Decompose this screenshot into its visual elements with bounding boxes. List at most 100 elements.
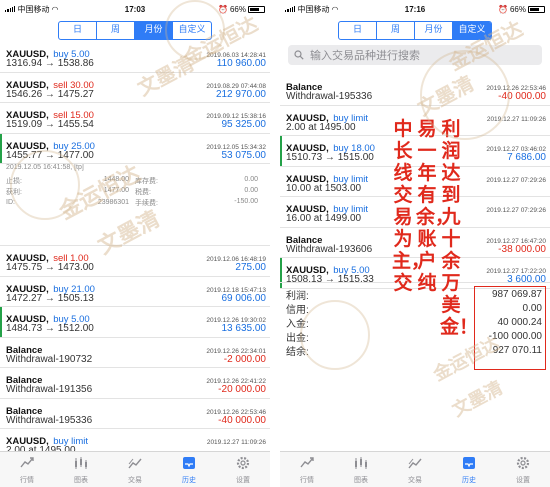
tabbar-label: 行情: [20, 476, 34, 484]
profit-value: -38 000.00: [498, 243, 546, 255]
detail-label: ID:: [6, 199, 15, 206]
summary-label: 利润:: [286, 290, 309, 302]
callout-text: 利润达到九十余万美金！: [440, 118, 479, 338]
list-item[interactable]: XAUUSD, buy 21.00 2019.12.18 15:47:13 1472…: [0, 277, 270, 307]
tabbar-label: 设置: [516, 476, 530, 484]
list-item[interactable]: XAUUSD, buy limit 2019.12.27 07:29:26 10.0…: [280, 167, 550, 197]
price-range: Withdrawal-193606: [286, 243, 373, 255]
timestamp: 2019.12.27 07:29:26: [486, 176, 546, 184]
settings-icon: [235, 455, 251, 473]
tabbar-label: 历史: [462, 476, 476, 484]
status-time: 17:16: [404, 4, 426, 14]
price-range: Withdrawal-195336: [6, 414, 93, 426]
tabbar-item[interactable]: 历史: [442, 452, 496, 487]
tab-period[interactable]: 周: [97, 21, 135, 39]
tab-period[interactable]: 日: [59, 21, 97, 39]
trade-icon: [127, 455, 143, 473]
tabbar-item[interactable]: 交易: [108, 452, 162, 487]
profit-value: 95 325.00: [221, 119, 267, 130]
list-item[interactable]: XAUUSD, buy limit 2019.12.27 11:09:26 2.00…: [0, 429, 270, 451]
profit-value: 69 006.00: [221, 292, 267, 304]
list-item[interactable]: XAUUSD, buy 25.00 2019.12.05 15:34:32 1455…: [0, 133, 270, 164]
price-range: 1510.73 → 1515.00: [286, 152, 374, 163]
list-item[interactable]: XAUUSD, buy 5.00 2019.06.03 14:28:41 1316.…: [0, 42, 270, 73]
list-item[interactable]: XAUUSD, buy limit 2019.12.27 11:09:26 2.00…: [280, 106, 550, 136]
tabbar-label: 图表: [354, 476, 368, 484]
detail-label: 获利:: [6, 188, 22, 196]
timestamp: 2019.12.27 11:09:26: [486, 115, 546, 123]
price-range: 10.00 at 1503.00: [286, 182, 362, 194]
tab-period[interactable]: 周: [377, 21, 415, 39]
trade-icon: [407, 455, 423, 473]
list-item[interactable]: Balance 2019.12.26 22:53:46 Withdrawal-195…: [0, 399, 270, 429]
profit-value: -20 000.00: [218, 384, 266, 395]
tabbar-item[interactable]: 设置: [216, 452, 270, 487]
history-list[interactable]: XAUUSD, buy 5.00 2019.06.03 14:28:41 1316.…: [0, 42, 270, 451]
tabbar-item[interactable]: 图表: [334, 452, 388, 487]
tab-period[interactable]: 月份: [415, 21, 453, 39]
chart-icon: [73, 455, 89, 473]
price-range: 1475.75 → 1473.00: [6, 262, 94, 273]
price-range: 1316.94 → 1538.86: [6, 58, 94, 69]
detail-label: 税费:: [135, 188, 151, 196]
tabbar-item[interactable]: 设置: [496, 452, 550, 487]
status-time: 17:03: [124, 4, 146, 14]
list-item[interactable]: XAUUSD, sell 1.00 2019.12.06 16:48:19 1475…: [0, 246, 270, 277]
price-range: 1472.27 → 1505.13: [6, 292, 94, 304]
list-item[interactable]: XAUUSD, sell 30.00 2019.08.29 07:44:08 154…: [0, 73, 270, 103]
list-item[interactable]: XAUUSD, buy 18.00 2019.12.27 03:46:02 1510…: [280, 136, 550, 167]
list-item[interactable]: XAUUSD, buy limit 2019.12.27 07:29:26 16.0…: [280, 197, 550, 228]
list-item[interactable]: Balance 2019.12.26 22:41:22 Withdrawal-191…: [0, 368, 270, 399]
callout-text: 中长线交易为主，交: [392, 118, 431, 294]
tabbar-label: 行情: [300, 476, 314, 484]
summary-label: 出金:: [286, 332, 309, 344]
tabbar-item[interactable]: 历史: [162, 452, 216, 487]
right-screen: 中国移动 ◠ 17:16 ⏰ 66% 日周月份 自定义 输入交易品种进行搜索 Ba…: [280, 0, 550, 487]
list-item[interactable]: Balance 2019.12.26 22:34:01 Withdrawal-190…: [0, 338, 270, 368]
tabbar-label: 交易: [408, 476, 422, 484]
tab-period[interactable]: 日: [339, 21, 377, 39]
price-range: 2.00 at 1495.00: [286, 121, 356, 133]
list-item[interactable]: Balance 2019.12.26 22:53:46 Withdrawal-195…: [280, 75, 550, 106]
price-range: 1546.26 → 1475.27: [6, 88, 94, 100]
list-item[interactable]: XAUUSD, buy 5.00 2019.12.26 19:30:02 1484.…: [0, 307, 270, 338]
profit-value: -2 000.00: [223, 353, 266, 365]
symbol-search-input[interactable]: 输入交易品种进行搜索: [288, 45, 542, 65]
price-range: 1455.77 → 1477.00: [6, 149, 94, 161]
tabbar-item[interactable]: 图表: [54, 452, 108, 487]
profit-value: -40 000.00: [498, 91, 546, 102]
tab-period[interactable]: 月份: [135, 21, 173, 39]
tabbar-item[interactable]: 行情: [280, 452, 334, 487]
detail-value: -150.00: [234, 197, 258, 205]
list-item[interactable]: XAUUSD, sell 15.00 2019.09.12 15:38:16 151…: [0, 103, 270, 134]
bottom-tabbar: 行情 图表 交易 历史 设置: [280, 451, 550, 487]
timestamp: 2019.12.27 07:29:26: [486, 207, 546, 214]
detail-label: 止损:: [6, 177, 22, 185]
highlight-box: [474, 286, 546, 370]
status-bar: 中国移动 ◠ 17:03 ⏰ 66%: [0, 0, 270, 18]
tabbar-label: 图表: [74, 476, 88, 484]
detail-value: 0.00: [244, 186, 258, 194]
history-icon: [181, 455, 197, 473]
settings-icon: [515, 455, 531, 473]
detail-value: 0.00: [244, 175, 258, 183]
quotes-icon: [19, 455, 35, 473]
price-range: Withdrawal-190732: [6, 353, 93, 365]
trade-detail: 2019.12.05 16:41:58, [tp] 止损: 1448.00 库存费: 0…: [0, 164, 270, 246]
tabbar-item[interactable]: 交易: [388, 452, 442, 487]
period-tabs: 日周月份 自定义: [0, 18, 270, 42]
account-summary: 利润: 987 069.87 信用: 0.00 入金: 40 000.24 出金: -100 …: [280, 282, 550, 370]
price-range: 1519.09 → 1455.54: [6, 119, 94, 130]
detail-label: 手续费:: [135, 199, 158, 207]
status-bar: 中国移动 ◠ 17:16 ⏰ 66%: [280, 0, 550, 18]
tabbar-item[interactable]: 行情: [0, 452, 54, 487]
profit-value: -40 000.00: [218, 414, 266, 426]
tab-period[interactable]: 自定义: [173, 22, 211, 39]
timestamp: 2019.12.27 11:09:26: [206, 439, 266, 446]
chart-icon: [353, 455, 369, 473]
detail-value: 23986301: [97, 199, 129, 206]
battery-icon: [248, 5, 265, 13]
tab-period[interactable]: 自定义: [453, 21, 491, 39]
quotes-icon: [299, 455, 315, 473]
profit-value: 7 686.00: [507, 152, 546, 163]
